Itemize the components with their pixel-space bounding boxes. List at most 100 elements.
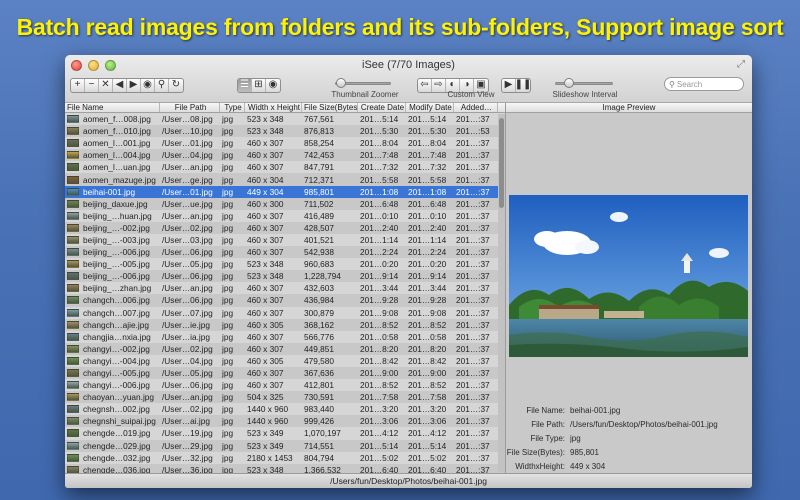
table-row[interactable]: chegnshi_suipai.jpg/User…ai.jpg jpg 1440 x… <box>65 415 505 428</box>
table-row[interactable]: chegnsh…002.jpg/User…02.jpg jpg 1440 x 960… <box>65 403 505 416</box>
table-row[interactable]: beijing_…huan.jpg/User…an.jpg jpg 460 x 30… <box>65 209 505 222</box>
cell-ad: 201…:37 <box>456 174 490 185</box>
table-row[interactable]: chengde…032.jpg/User…32.jpg jpg 2180 x 145… <box>65 451 505 464</box>
table-row[interactable]: beijing_…-005.jpg/User…05.jpg jpg 523 x 34… <box>65 258 505 271</box>
thumbnail-zoomer-knob[interactable] <box>336 78 346 88</box>
table-row[interactable]: aomen_f…010.jpg/User…10.jpg jpg 523 x 348 8… <box>65 125 505 138</box>
table-row[interactable]: chaoyan…yuan.jpg/User…an.jpg jpg 504 x 325… <box>65 391 505 404</box>
table-row[interactable]: chengde…029.jpg/User…29.jpg jpg 523 x 349 7… <box>65 439 505 452</box>
table-row[interactable]: beijing_…-003.jpg/User…03.jpg jpg 460 x 30… <box>65 233 505 247</box>
column-header[interactable]: Create Date <box>358 103 406 112</box>
cell-wh: 460 x 307 <box>247 283 284 294</box>
cell-wh: 460 x 307 <box>247 368 284 379</box>
fullscreen-icon[interactable]: ⤢ <box>737 59 745 70</box>
table-row[interactable]: chengde…019.jpg/User…19.jpg jpg 523 x 349 1… <box>65 427 505 440</box>
column-header[interactable]: File Size(Bytes) <box>302 103 358 112</box>
cell-cd: 201…7:58 <box>360 392 399 403</box>
cell-type: jpg <box>222 307 234 318</box>
column-header[interactable]: File Path <box>160 103 220 112</box>
cell-cd: 201…8:42 <box>360 355 399 366</box>
column-header[interactable]: File Name <box>65 103 160 112</box>
grid-view-icon: ⊞ <box>254 79 263 90</box>
table-row[interactable]: chengde…036.jpg/User…36.jpg jpg 523 x 348 1… <box>65 463 505 473</box>
table-row[interactable]: changch…006.jpg/User…06.jpg jpg 460 x 307 4… <box>65 294 505 307</box>
cell-md: 201…8:52 <box>408 380 447 391</box>
cell-type: jpg <box>222 114 234 125</box>
cell-ad: 201…:37 <box>456 283 490 294</box>
table-row[interactable]: changyi…-005.jpg/User…05.jpg jpg 460 x 307… <box>65 366 505 380</box>
table-row[interactable]: changyi…-006.jpg/User…06.jpg jpg 460 x 307… <box>65 379 505 392</box>
cell-path: /User…07.jpg <box>162 307 213 318</box>
rotate-button[interactable]: ↻ <box>169 79 183 92</box>
table-row[interactable]: beijing_…-002.jpg/User…02.jpg jpg 460 x 30… <box>65 221 505 234</box>
left-button[interactable]: ⇦ <box>418 78 432 92</box>
next-icon: ▶ <box>129 79 138 90</box>
eye-button[interactable]: ◉ <box>141 78 155 92</box>
cell-path: /User…06.jpg <box>162 271 213 282</box>
table-row[interactable]: changyi…-004.jpg/User…04.jpg jpg 460 x 305… <box>65 354 505 367</box>
eye-view-button[interactable]: ◉ <box>266 79 280 92</box>
cell-type: jpg <box>222 234 234 245</box>
table-row[interactable]: beihai-001.jpg/User…01.jpg jpg 449 x 304 98… <box>65 185 505 198</box>
slideshow-interval-slider[interactable] <box>555 75 613 88</box>
cell-wh: 1440 x 960 <box>247 416 289 427</box>
cell-type: jpg <box>222 404 234 415</box>
cell-ad: 201…:37 <box>456 380 490 391</box>
search-field[interactable]: ⚲ Search <box>664 77 744 91</box>
cell-md: 201…9:00 <box>408 368 447 379</box>
table-row[interactable]: aomen_l…004.jpg/User…04.jpg jpg 460 x 307 7… <box>65 149 505 162</box>
table-row[interactable]: changch…ajie.jpg/User…ie.jpg jpg 460 x 305… <box>65 318 505 331</box>
file-name: beijing_…huan.jpg <box>83 210 152 221</box>
table-scrollbar-knob[interactable] <box>499 118 504 208</box>
column-header[interactable]: Modify Date <box>406 103 454 112</box>
rotate-icon: ↻ <box>171 79 181 90</box>
column-header[interactable]: Type <box>220 103 245 112</box>
cell-md: 201…5:14 <box>408 440 447 451</box>
cell-size: 367,636 <box>304 368 334 379</box>
column-header[interactable]: Width x Height <box>245 103 302 112</box>
table-row[interactable]: aomen_f…008.jpg/User…08.jpg jpg 523 x 348 7… <box>65 113 505 126</box>
thumbnail-zoomer[interactable] <box>335 75 391 88</box>
table-row[interactable]: changch…007.jpg/User…07.jpg jpg 460 x 307 3… <box>65 306 505 319</box>
cell-md: 201…8:20 <box>408 343 447 354</box>
cell-size: 401,521 <box>304 234 334 245</box>
file-name-cell: beijing_…-005.jpg <box>65 258 160 270</box>
info-row: File Name: beihai-001.jpg <box>506 403 752 417</box>
cell-md: 201…8:04 <box>408 138 447 149</box>
next-button[interactable]: ▶ <box>127 78 141 92</box>
slideshow-interval-knob[interactable] <box>564 78 574 88</box>
table-row[interactable]: beijing_daxue.jpg/User…ue.jpg jpg 460 x 30… <box>65 197 505 210</box>
thumbnail-icon <box>67 199 79 208</box>
cell-wh: 523 x 348 <box>247 126 284 137</box>
table-row[interactable]: aomen_l…001.jpg/User…01.jpg jpg 460 x 307 8… <box>65 137 505 150</box>
zoom-button[interactable]: ⚲ <box>155 78 169 92</box>
table-row[interactable]: changjia…nxia.jpg/User…ia.jpg jpg 460 x 30… <box>65 330 505 343</box>
cell-md: 201…5:30 <box>408 126 447 137</box>
grid-view-button[interactable]: ⊞ <box>252 78 266 92</box>
previous-button[interactable]: ◀ <box>113 78 127 92</box>
remove-button[interactable]: − <box>85 78 99 92</box>
table-row[interactable]: beijing_…-006.jpg/User…06.jpg jpg 523 x 34… <box>65 270 505 283</box>
cell-wh: 1440 x 960 <box>247 404 289 415</box>
cell-size: 412,801 <box>304 380 334 391</box>
file-name-cell: beijing_…-002.jpg <box>65 222 160 234</box>
table-scrollbar[interactable] <box>498 114 505 472</box>
table-row[interactable]: aomen_l…uan.jpg/User…an.jpg jpg 460 x 307 8… <box>65 161 505 174</box>
table-row[interactable]: aomen_mazuge.jpg/User…ge.jpg jpg 460 x 304… <box>65 173 505 186</box>
slideshow-interval-track[interactable] <box>555 78 613 88</box>
add-button[interactable]: + <box>71 78 85 92</box>
cell-md: 201…5:58 <box>408 174 447 185</box>
table-row[interactable]: beijing_…zhan.jpg/User…an.jpg jpg 460 x 30… <box>65 282 505 295</box>
list-view-button[interactable]: ☰ <box>238 78 252 92</box>
file-name-cell: aomen_l…001.jpg <box>65 137 160 149</box>
column-header[interactable]: Added… <box>454 103 498 112</box>
file-name-cell: changjia…nxia.jpg <box>65 331 160 343</box>
thumbnail-zoomer-track[interactable] <box>335 78 391 88</box>
cell-size: 416,489 <box>304 210 334 221</box>
table-row[interactable]: beijing_…-006.jpg/User…06.jpg jpg 460 x 30… <box>65 246 505 259</box>
delete-button[interactable]: ✕ <box>99 78 113 92</box>
cell-ad: 201…:37 <box>456 150 490 161</box>
table-row[interactable]: changyi…-002.jpg/User…02.jpg jpg 460 x 307… <box>65 342 505 355</box>
cell-wh: 460 x 307 <box>247 343 284 354</box>
pause-button[interactable]: ❚❚ <box>515 79 530 92</box>
